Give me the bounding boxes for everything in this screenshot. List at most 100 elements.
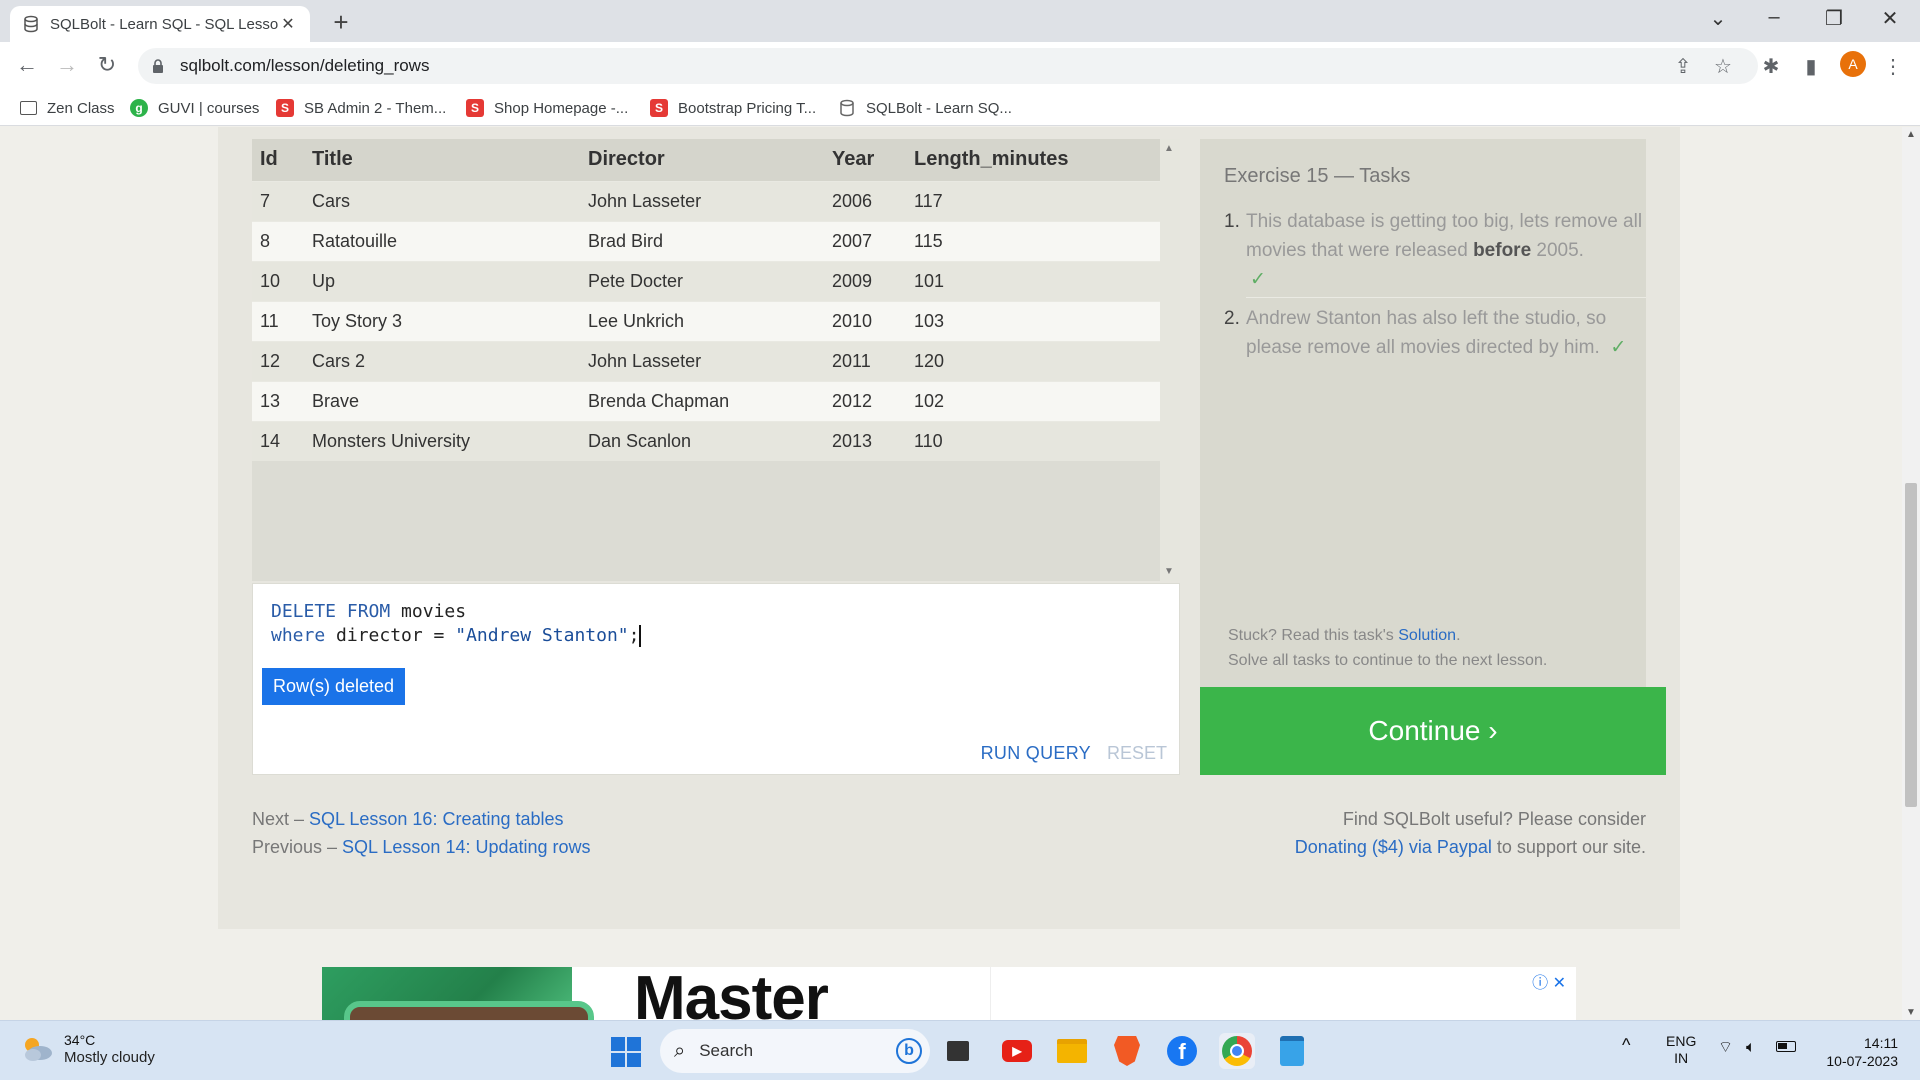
reset-button[interactable]: RESET: [1107, 743, 1167, 764]
reload-icon[interactable]: ↻: [92, 52, 122, 78]
advertisement-banner[interactable]: Master ⓘ ✕: [322, 967, 1576, 1020]
table-cell: 2009: [824, 260, 906, 301]
profile-avatar[interactable]: A: [1840, 51, 1866, 77]
scroll-down-icon[interactable]: ▼: [1164, 566, 1174, 577]
bookmark-shop-homepage[interactable]: S Shop Homepage -...: [466, 96, 628, 120]
page-scrollbar[interactable]: ▲ ▼: [1902, 127, 1920, 1020]
wifi-icon[interactable]: ⌔: [1718, 1039, 1733, 1056]
close-window-button[interactable]: ✕: [1870, 6, 1910, 31]
chrome-icon[interactable]: [1219, 1033, 1255, 1069]
browser-tab[interactable]: SQLBolt - Learn SQL - SQL Lesso ✕: [10, 6, 310, 42]
task-view-icon[interactable]: [940, 1033, 976, 1069]
weather-widget[interactable]: 34°C Mostly cloudy: [20, 1031, 155, 1067]
system-clock[interactable]: 14:11 10-07-2023: [1812, 1034, 1898, 1070]
donate-link[interactable]: Donating ($4) via Paypal: [1295, 837, 1492, 857]
battery-icon[interactable]: [1776, 1039, 1796, 1056]
table-row: 7 Cars John Lasseter 2006 117: [252, 180, 1160, 221]
file-explorer-icon[interactable]: [1054, 1033, 1090, 1069]
address-bar[interactable]: sqlbolt.com/lesson/deleting_rows: [138, 48, 1758, 84]
table-cell: 117: [906, 180, 1160, 221]
bookmark-sqlbolt[interactable]: SQLBolt - Learn SQ...: [838, 96, 1012, 120]
bing-icon[interactable]: b: [896, 1038, 922, 1064]
bookmark-label: SB Admin 2 - Them...: [304, 99, 447, 117]
restore-button[interactable]: ❐: [1814, 6, 1854, 31]
next-prefix: Next –: [252, 809, 310, 829]
brave-browser-icon[interactable]: [1109, 1033, 1145, 1069]
new-tab-button[interactable]: +: [326, 7, 356, 38]
start-button[interactable]: [611, 1037, 641, 1067]
scroll-down-icon[interactable]: ▼: [1906, 1007, 1916, 1018]
menu-icon[interactable]: ⋮: [1880, 54, 1906, 79]
run-query-button[interactable]: RUN QUERY: [981, 743, 1091, 764]
table-row: 12 Cars 2 John Lasseter 2011 120: [252, 340, 1160, 381]
table-cell: Brenda Chapman: [580, 380, 824, 421]
table-cell: 2012: [824, 380, 906, 421]
task-text: Andrew Stanton has also left the studio,…: [1246, 308, 1607, 358]
code-text: ;: [628, 625, 640, 646]
scrollbar-thumb[interactable]: [1905, 483, 1917, 807]
check-icon: ✓: [1610, 337, 1627, 358]
code-string: "Andrew Stanton": [455, 625, 629, 646]
solution-link[interactable]: Solution: [1398, 627, 1456, 644]
sql-code[interactable]: DELETE FROM movies where director = "And…: [271, 600, 642, 648]
side-panel-icon[interactable]: ▮: [1798, 54, 1824, 79]
table-cell: 10: [252, 260, 304, 301]
next-lesson-link[interactable]: SQL Lesson 16: Creating tables: [309, 809, 564, 829]
lock-icon: [153, 59, 163, 73]
scroll-up-icon[interactable]: ▲: [1164, 143, 1174, 154]
table-cell: Cars 2: [304, 340, 580, 381]
task-item: 1. This database is getting too big, let…: [1224, 207, 1648, 294]
table-cell: 7: [252, 180, 304, 221]
previous-lesson-link[interactable]: SQL Lesson 14: Updating rows: [342, 837, 590, 857]
notepad-icon[interactable]: [1274, 1033, 1310, 1069]
table-cell: John Lasseter: [580, 180, 824, 221]
close-tab-icon[interactable]: ✕: [278, 14, 298, 34]
scroll-up-icon[interactable]: ▲: [1906, 129, 1916, 140]
bookmark-guvi[interactable]: g GUVI | courses: [130, 96, 259, 120]
tab-search-icon[interactable]: ⌄: [1698, 6, 1738, 31]
table-cell: 12: [252, 340, 304, 381]
volume-icon[interactable]: 🔈︎: [1746, 1039, 1756, 1056]
taskbar-search[interactable]: ⌕ Search b: [660, 1029, 930, 1073]
table-row: 8 Ratatouille Brad Bird 2007 115: [252, 220, 1160, 261]
bookmark-label: Bootstrap Pricing T...: [678, 99, 817, 117]
table-cell: Up: [304, 260, 580, 301]
youtube-icon[interactable]: ▶: [999, 1033, 1035, 1069]
continue-button[interactable]: Continue ›: [1200, 687, 1666, 775]
bookmark-zen-class[interactable]: Zen Class: [20, 96, 115, 120]
code-text: director =: [325, 625, 456, 646]
code-keyword: DELETE FROM: [271, 601, 391, 622]
region-code: IN: [1674, 1050, 1689, 1066]
table-cell: 11: [252, 300, 304, 341]
extensions-icon[interactable]: ✱: [1758, 54, 1784, 79]
task-number: 1.: [1224, 211, 1240, 232]
task-number: 2.: [1224, 308, 1240, 329]
ad-headline: Master: [634, 967, 829, 1020]
table-cell: Dan Scanlon: [580, 420, 824, 461]
database-icon: [840, 99, 854, 117]
table-cell: 115: [906, 220, 1160, 261]
forward-icon[interactable]: →: [52, 52, 82, 78]
back-icon[interactable]: ←: [12, 52, 42, 78]
bookmark-bootstrap-pricing[interactable]: S Bootstrap Pricing T...: [650, 96, 816, 120]
minimize-button[interactable]: –: [1754, 6, 1794, 29]
bookmark-star-icon[interactable]: ☆: [1710, 54, 1736, 79]
code-keyword: where: [271, 625, 326, 646]
share-icon[interactable]: ⇪: [1670, 54, 1696, 79]
support-text: Find SQLBolt useful? Please consider: [1342, 809, 1646, 829]
clock-date: 10-07-2023: [1826, 1053, 1898, 1069]
code-text: movies: [390, 601, 467, 622]
prev-prefix: Previous –: [252, 837, 343, 857]
table-cell: 103: [906, 300, 1160, 341]
column-header: Length_minutes: [906, 139, 1160, 181]
show-hidden-icons[interactable]: ^: [1622, 1036, 1630, 1054]
support-note: Find SQLBolt useful? Please consider Don…: [1295, 805, 1646, 861]
facebook-icon[interactable]: f: [1164, 1033, 1200, 1069]
guvi-icon: g: [130, 99, 148, 117]
language-indicator[interactable]: ENG IN: [1666, 1033, 1696, 1067]
results-scrollbar[interactable]: ▲ ▼: [1160, 139, 1180, 581]
ad-close-icon[interactable]: ⓘ ✕: [1532, 969, 1566, 993]
table-cell: 2013: [824, 420, 906, 461]
bookmark-sb-admin[interactable]: S SB Admin 2 - Them...: [276, 96, 446, 120]
bookmark-label: Shop Homepage -...: [494, 99, 629, 117]
